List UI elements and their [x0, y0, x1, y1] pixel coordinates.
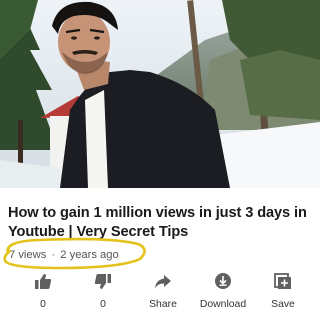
share-button[interactable]: Share: [134, 271, 192, 317]
share-icon: [152, 271, 174, 291]
thumbs-up-icon: [32, 271, 54, 291]
video-info-panel: How to gain 1 million views in just 3 da…: [0, 188, 320, 317]
meta-separator: ·: [51, 249, 56, 261]
video-meta: 7 views · 2 years ago: [9, 248, 119, 262]
save-to-playlist-icon: [272, 271, 294, 291]
thumbs-down-icon: [92, 271, 114, 291]
video-player[interactable]: [0, 0, 320, 188]
save-label: Save: [271, 299, 295, 310]
dislike-count: 0: [100, 299, 106, 310]
video-title[interactable]: How to gain 1 million views in just 3 da…: [8, 204, 314, 242]
view-count: 7 views: [9, 249, 47, 261]
save-button[interactable]: Save: [254, 271, 312, 317]
download-label: Download: [199, 299, 247, 310]
like-button[interactable]: 0: [14, 271, 72, 317]
video-frame-image: [0, 0, 320, 188]
upload-age: 2 years ago: [60, 249, 119, 261]
action-bar: 0 0 Share Download Save: [0, 271, 320, 317]
like-count: 0: [40, 299, 46, 310]
download-icon: [212, 271, 234, 291]
download-button[interactable]: Download: [194, 271, 252, 317]
share-label: Share: [149, 299, 177, 310]
dislike-button[interactable]: 0: [74, 271, 132, 317]
